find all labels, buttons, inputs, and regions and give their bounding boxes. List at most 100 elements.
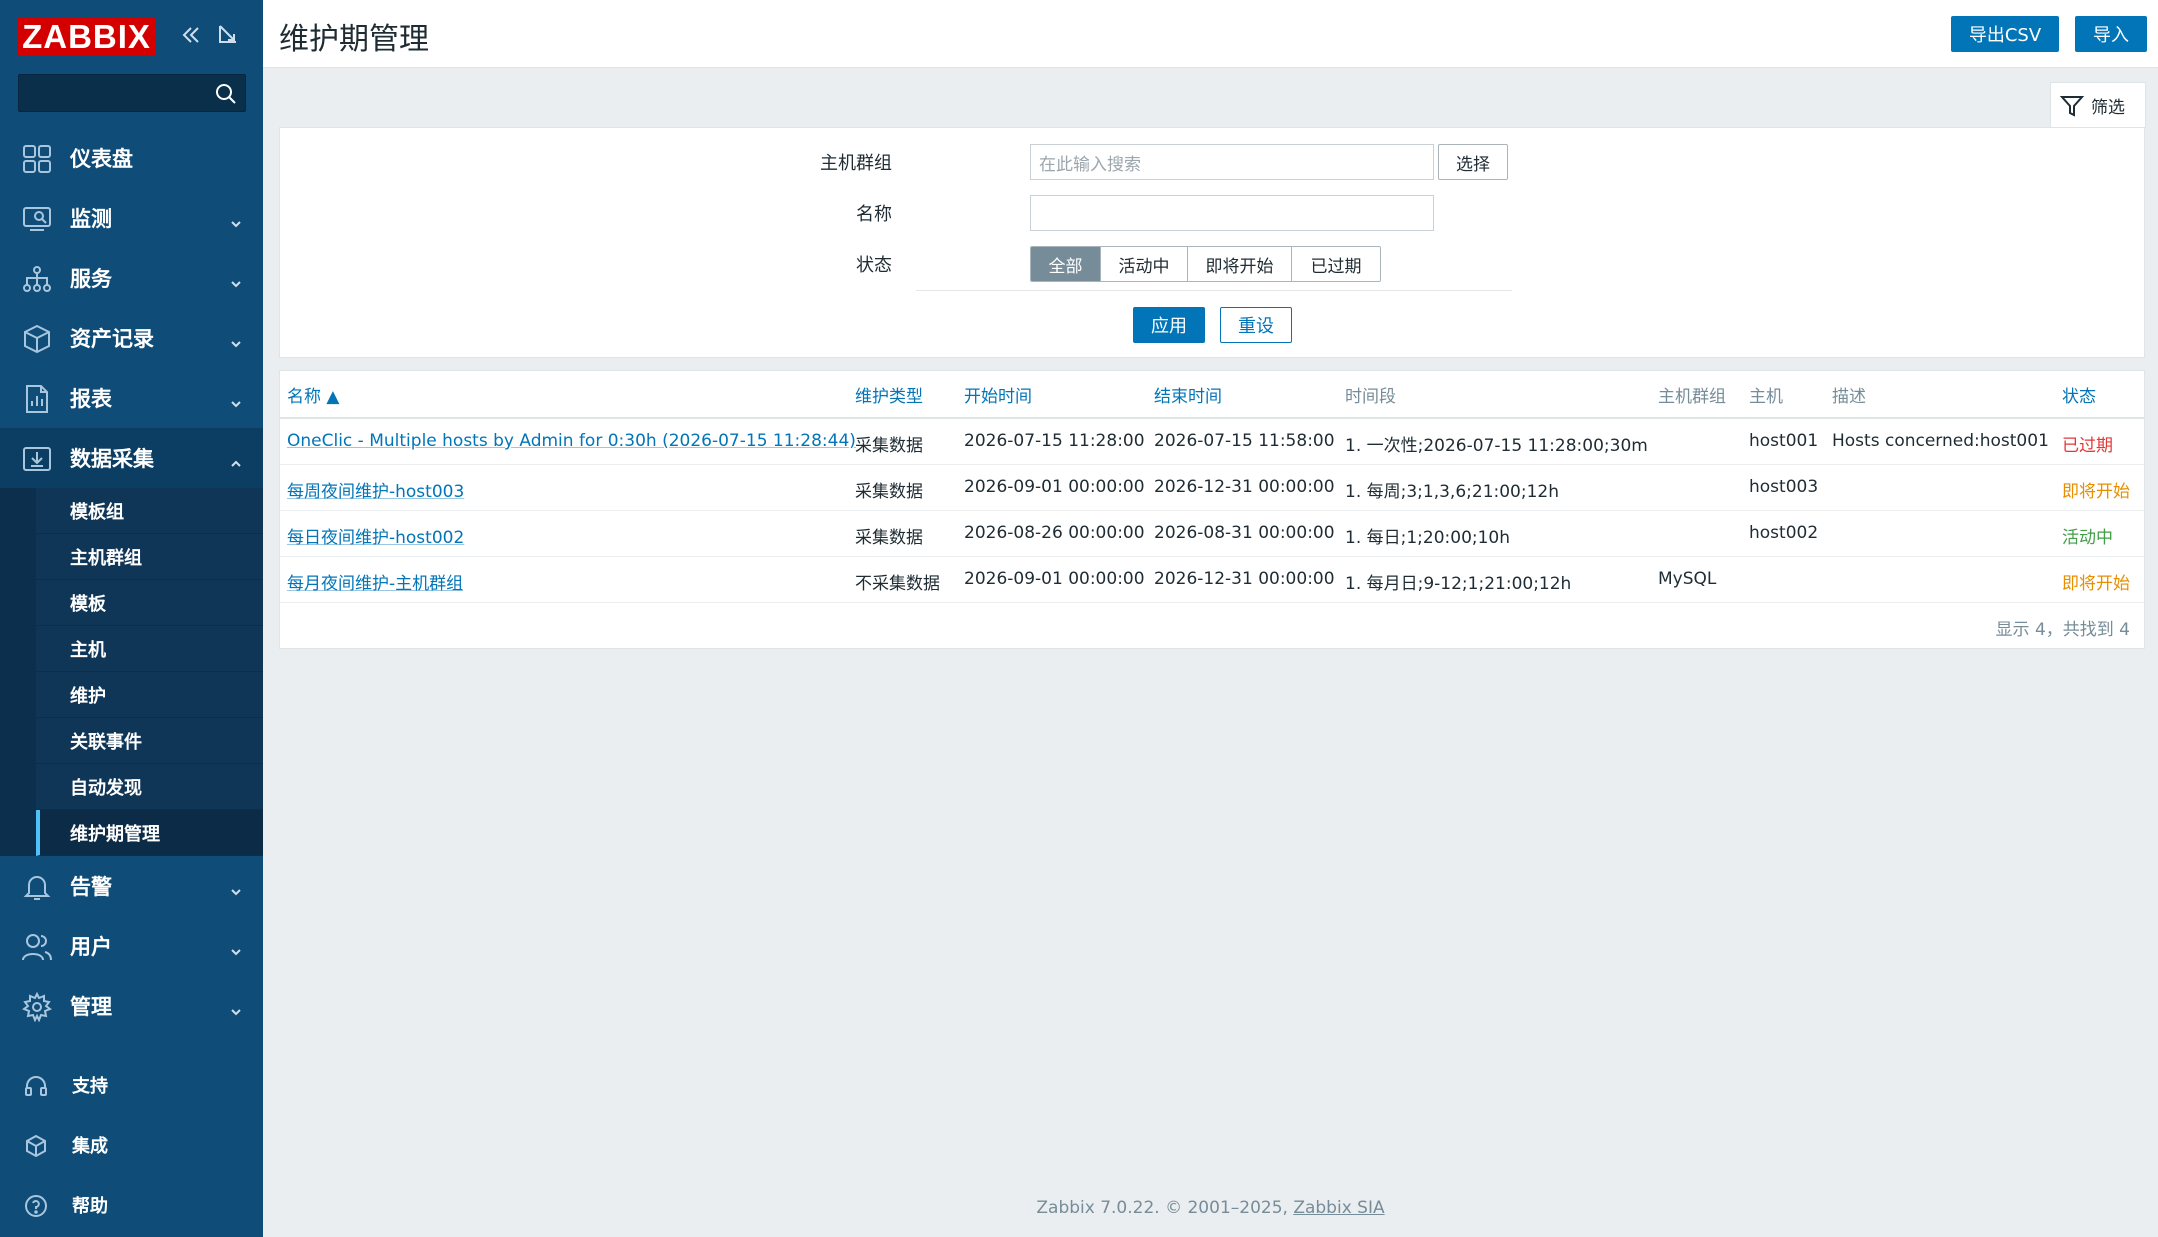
status-label: 状态	[856, 255, 892, 276]
menu-monitoring[interactable]: 监测	[0, 188, 263, 248]
headset-icon	[24, 1074, 48, 1098]
menu-data-collection[interactable]: 数据采集	[0, 428, 263, 488]
chevron-down-icon	[229, 273, 243, 288]
status-option-expired[interactable]: 已过期	[1292, 247, 1380, 281]
kiosk-mode-icon[interactable]	[214, 22, 240, 48]
chevron-down-icon	[229, 213, 243, 228]
export-csv-button[interactable]: 导出CSV	[1951, 16, 2059, 52]
maintenance-name-link[interactable]: OneClic - Multiple hosts by Admin for 0:…	[287, 431, 856, 451]
menu-label: 报表	[70, 387, 112, 411]
column-header-end[interactable]: 结束时间	[1154, 382, 1222, 407]
users-icon	[22, 932, 52, 962]
cell-hosts: host003	[1749, 477, 1819, 497]
cell-start: 2026-07-15 11:28:00	[964, 431, 1145, 451]
submenu-discovery[interactable]: 自动发现	[36, 764, 263, 810]
reset-button[interactable]: 重设	[1220, 307, 1292, 343]
submenu-host-groups[interactable]: 主机群组	[36, 534, 263, 580]
main-menu: 仪表盘 监测 服务 资产记录 报表 数据采集 模板组 主机群组 模板 主机 维护…	[0, 128, 263, 1036]
status-badge: 已过期	[2062, 436, 2113, 456]
submenu-maintenance[interactable]: 维护	[36, 672, 263, 718]
column-header-period: 时间段	[1345, 387, 1396, 407]
filter-icon	[2059, 93, 2085, 119]
host-group-input[interactable]: 在此输入搜索	[1030, 144, 1434, 180]
menu-administration[interactable]: 管理	[0, 976, 263, 1036]
collapse-sidebar-icon[interactable]	[178, 22, 204, 48]
cell-period: 1. 每日;1;20:00;10h	[1345, 528, 1511, 548]
help-icon	[24, 1194, 48, 1218]
chevron-down-icon	[229, 941, 243, 956]
sidebar-search-input[interactable]	[18, 74, 246, 112]
menu-label: 告警	[70, 875, 112, 899]
footer-link[interactable]: Zabbix SIA	[1293, 1198, 1384, 1218]
submenu-template-groups[interactable]: 模板组	[36, 488, 263, 534]
cell-start: 2026-09-01 00:00:00	[964, 477, 1145, 497]
select-host-group-button[interactable]: 选择	[1438, 144, 1508, 180]
cell-type: 采集数据	[855, 436, 923, 456]
cell-groups: MySQL	[1658, 569, 1717, 589]
sidebar: ZABBIX 仪表盘 监测 服务 资产记录 报表 数据采集 模板组 主机群组 模…	[0, 0, 263, 1237]
menu-label: 支持	[72, 1076, 108, 1097]
search-icon[interactable]	[213, 81, 239, 107]
menu-support[interactable]: 支持	[0, 1055, 263, 1115]
menu-help[interactable]: 帮助	[0, 1175, 263, 1235]
name-label: 名称	[856, 204, 892, 225]
data-collection-icon	[22, 444, 52, 474]
status-segmented-control: 全部 活动中 即将开始 已过期	[1030, 246, 1381, 282]
menu-inventory[interactable]: 资产记录	[0, 308, 263, 368]
filter-tab[interactable]: 筛选	[2050, 82, 2146, 128]
bottom-menu: 支持 集成 帮助	[0, 1055, 263, 1235]
cell-start: 2026-08-26 00:00:00	[964, 523, 1145, 543]
submenu-event-correlation[interactable]: 关联事件	[36, 718, 263, 764]
maintenance-name-link[interactable]: 每周夜间维护-host003	[287, 477, 464, 502]
dashboard-icon	[22, 144, 52, 174]
menu-users[interactable]: 用户	[0, 916, 263, 976]
apply-button[interactable]: 应用	[1133, 307, 1205, 343]
menu-label: 服务	[70, 267, 112, 291]
menu-alerts[interactable]: 告警	[0, 856, 263, 916]
column-header-type[interactable]: 维护类型	[855, 382, 923, 407]
menu-label: 监测	[70, 207, 112, 231]
page-header: 维护期管理 导出CSV 导入	[263, 0, 2158, 68]
inventory-icon	[22, 324, 52, 354]
submenu-hosts[interactable]: 主机	[36, 626, 263, 672]
status-option-approaching[interactable]: 即将开始	[1188, 247, 1292, 281]
cell-end: 2026-12-31 00:00:00	[1154, 477, 1335, 497]
menu-reports[interactable]: 报表	[0, 368, 263, 428]
cell-type: 采集数据	[855, 482, 923, 502]
chevron-down-icon	[229, 881, 243, 896]
status-option-active[interactable]: 活动中	[1101, 247, 1188, 281]
submenu-templates[interactable]: 模板	[36, 580, 263, 626]
column-header-name[interactable]: 名称 ▲	[287, 382, 339, 407]
cell-hosts: host001	[1749, 431, 1819, 451]
table-row: OneClic - Multiple hosts by Admin for 0:…	[280, 419, 2144, 465]
status-badge: 即将开始	[2062, 482, 2130, 502]
menu-integrations[interactable]: 集成	[0, 1115, 263, 1175]
menu-label: 数据采集	[70, 447, 154, 471]
submenu-maintenance-management[interactable]: 维护期管理	[36, 810, 263, 856]
reports-icon	[22, 384, 52, 414]
column-header-hosts: 主机	[1749, 387, 1783, 407]
import-button[interactable]: 导入	[2075, 16, 2147, 52]
cell-end: 2026-08-31 00:00:00	[1154, 523, 1335, 543]
menu-dashboard[interactable]: 仪表盘	[0, 128, 263, 188]
cell-period: 1. 每月日;9-12;1;21:00;12h	[1345, 574, 1572, 594]
page-footer: Zabbix 7.0.22. © 2001–2025, Zabbix SIA	[263, 1198, 2158, 1218]
chevron-down-icon	[229, 393, 243, 408]
maintenance-name-link[interactable]: 每月夜间维护-主机群组	[287, 569, 463, 594]
host-group-label: 主机群组	[820, 153, 892, 174]
status-option-all[interactable]: 全部	[1031, 247, 1101, 281]
column-header-status[interactable]: 状态	[2062, 382, 2096, 407]
column-header-start[interactable]: 开始时间	[964, 382, 1032, 407]
cell-start: 2026-09-01 00:00:00	[964, 569, 1145, 589]
zabbix-logo[interactable]: ZABBIX	[18, 18, 155, 56]
menu-label: 帮助	[72, 1196, 108, 1217]
column-header-description: 描述	[1832, 387, 1866, 407]
cell-end: 2026-12-31 00:00:00	[1154, 569, 1335, 589]
maintenance-name-link[interactable]: 每日夜间维护-host002	[287, 523, 464, 548]
footer-text: Zabbix 7.0.22. © 2001–2025,	[1036, 1198, 1294, 1218]
chevron-up-icon	[229, 453, 243, 467]
table-summary: 显示 4，共找到 4	[1995, 620, 2130, 640]
name-input[interactable]	[1030, 195, 1434, 231]
menu-services[interactable]: 服务	[0, 248, 263, 308]
filter-tab-label: 筛选	[2091, 98, 2125, 118]
